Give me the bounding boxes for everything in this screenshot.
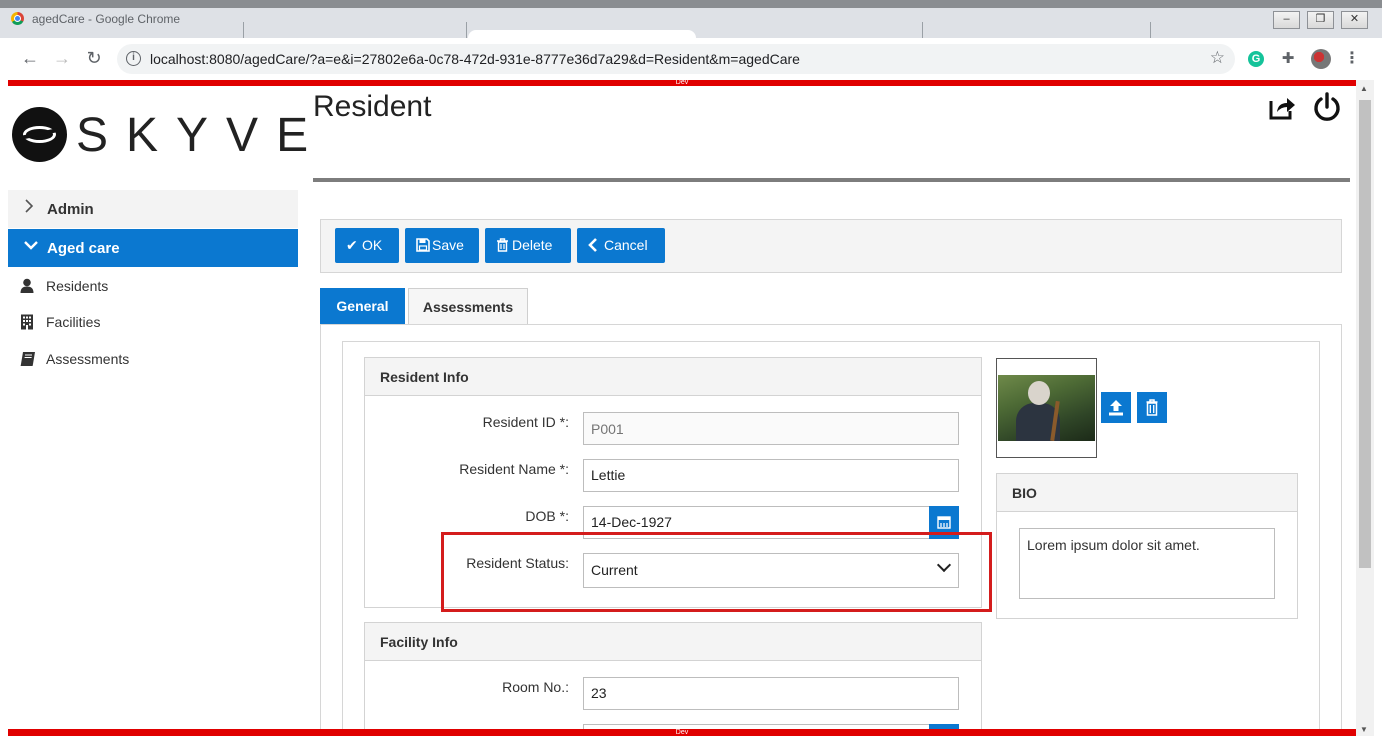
chevron-right-icon (24, 199, 34, 216)
close-window-button[interactable]: ✕ (1341, 11, 1368, 29)
resident-photo (996, 358, 1097, 458)
dob-label: DOB *: (525, 508, 569, 524)
bio-legend: BIO (997, 474, 1297, 512)
chrome-logo-icon (11, 12, 24, 25)
url-text[interactable]: localhost:8080/agedCare/?a=e&i=27802e6a-… (150, 51, 800, 67)
scroll-down-arrow-icon[interactable]: ▼ (1360, 725, 1368, 734)
skyve-logo: SKYVE (12, 105, 308, 163)
sidebar-item-label: Facilities (46, 314, 101, 330)
window-title: agedCare - Google Chrome (32, 12, 181, 26)
action-toolbar: ✔ OK Save Delete Cancel (320, 219, 1342, 273)
upload-icon (1109, 400, 1123, 416)
site-info-icon[interactable]: i (126, 51, 141, 66)
upload-photo-button[interactable] (1101, 392, 1131, 423)
cancel-button[interactable]: Cancel (577, 228, 665, 263)
page-title: Resident (313, 90, 432, 123)
page-scrollbar[interactable]: ▲ ▼ (1356, 80, 1374, 736)
address-bar[interactable]: i localhost:8080/agedCare/?a=e&i=27802e6… (117, 44, 1235, 74)
chevron-down-icon (24, 238, 38, 254)
tab-assessments[interactable]: Assessments (408, 288, 528, 325)
cancel-button-label: Cancel (604, 237, 648, 253)
menu-admin-label: Admin (47, 201, 94, 218)
building-icon (20, 314, 34, 330)
forward-arrow-icon[interactable]: → (50, 46, 74, 70)
dev-banner-bottom: Dev (8, 729, 1356, 736)
ok-button-label: OK (362, 237, 383, 253)
dev-banner-top: Dev (8, 79, 1356, 86)
tab-separator (922, 22, 923, 38)
resident-name-field[interactable]: Lettie (583, 459, 959, 492)
power-icon[interactable] (1312, 92, 1342, 122)
menu-aged-care[interactable]: Aged care (8, 229, 298, 267)
menu-admin[interactable]: Admin (8, 190, 298, 228)
resident-id-field[interactable] (583, 412, 959, 445)
restore-button[interactable]: ❐ (1307, 11, 1334, 29)
tab-separator (466, 22, 467, 38)
delete-button-label: Delete (512, 237, 553, 253)
share-icon[interactable] (1267, 92, 1297, 122)
delete-photo-button[interactable] (1137, 392, 1167, 423)
profile-avatar[interactable] (1311, 49, 1331, 69)
bookmark-star-icon[interactable]: ☆ (1210, 48, 1225, 68)
sidebar-item-label: Assessments (46, 351, 130, 367)
resident-name-label: Resident Name *: (459, 461, 569, 477)
minimize-button[interactable]: – (1273, 11, 1300, 29)
logo-text: SKYVE (76, 109, 327, 162)
save-button[interactable]: Save (405, 228, 479, 263)
tab-general[interactable]: General (320, 288, 405, 325)
sidebar-item-facilities[interactable]: Facilities (20, 312, 220, 336)
bio-textarea[interactable]: Lorem ipsum dolor sit amet. (1019, 528, 1275, 599)
room-no-label: Room No.: (502, 679, 569, 695)
sidebar-item-residents[interactable]: Residents (20, 276, 220, 300)
resident-info-legend: Resident Info (365, 358, 981, 396)
title-divider (313, 178, 1350, 182)
delete-button[interactable]: Delete (485, 228, 571, 263)
sidebar-item-assessments[interactable]: Assessments (20, 349, 220, 373)
reload-icon[interactable]: ↻ (82, 46, 106, 70)
save-button-label: Save (432, 237, 464, 253)
book-icon (20, 351, 35, 367)
facility-info-legend: Facility Info (365, 623, 981, 661)
user-icon (20, 278, 34, 294)
extensions-puzzle-icon[interactable]: ✚ (1280, 51, 1296, 67)
browser-menu-icon[interactable]: ⋮ (1344, 51, 1360, 67)
skyve-logo-mark-icon (12, 107, 67, 162)
trash-icon (496, 228, 512, 263)
floppy-disk-icon (416, 228, 432, 263)
browser-toolbar: ← → ↻ i localhost:8080/agedCare/?a=e&i=2… (0, 38, 1382, 80)
room-no-field[interactable]: 23 (583, 677, 959, 710)
highlight-annotation (441, 532, 992, 612)
sidebar-item-label: Residents (46, 278, 109, 294)
tab-separator (1150, 22, 1151, 38)
scroll-up-arrow-icon[interactable]: ▲ (1360, 84, 1368, 93)
chevron-left-icon (588, 228, 604, 263)
scrollbar-thumb[interactable] (1359, 100, 1371, 568)
back-arrow-icon[interactable]: ← (18, 46, 42, 70)
tab-separator (243, 22, 244, 38)
menu-aged-care-label: Aged care (47, 240, 120, 257)
grammarly-extension-icon[interactable]: G (1248, 51, 1264, 67)
check-icon: ✔ (346, 237, 358, 253)
browser-titlebar: agedCare - Google Chrome – ❐ ✕ (0, 0, 1382, 46)
ok-button[interactable]: ✔ OK (335, 228, 399, 263)
trash-icon (1146, 399, 1158, 416)
resident-photo-image (998, 375, 1095, 441)
resident-id-label: Resident ID *: (482, 414, 569, 430)
